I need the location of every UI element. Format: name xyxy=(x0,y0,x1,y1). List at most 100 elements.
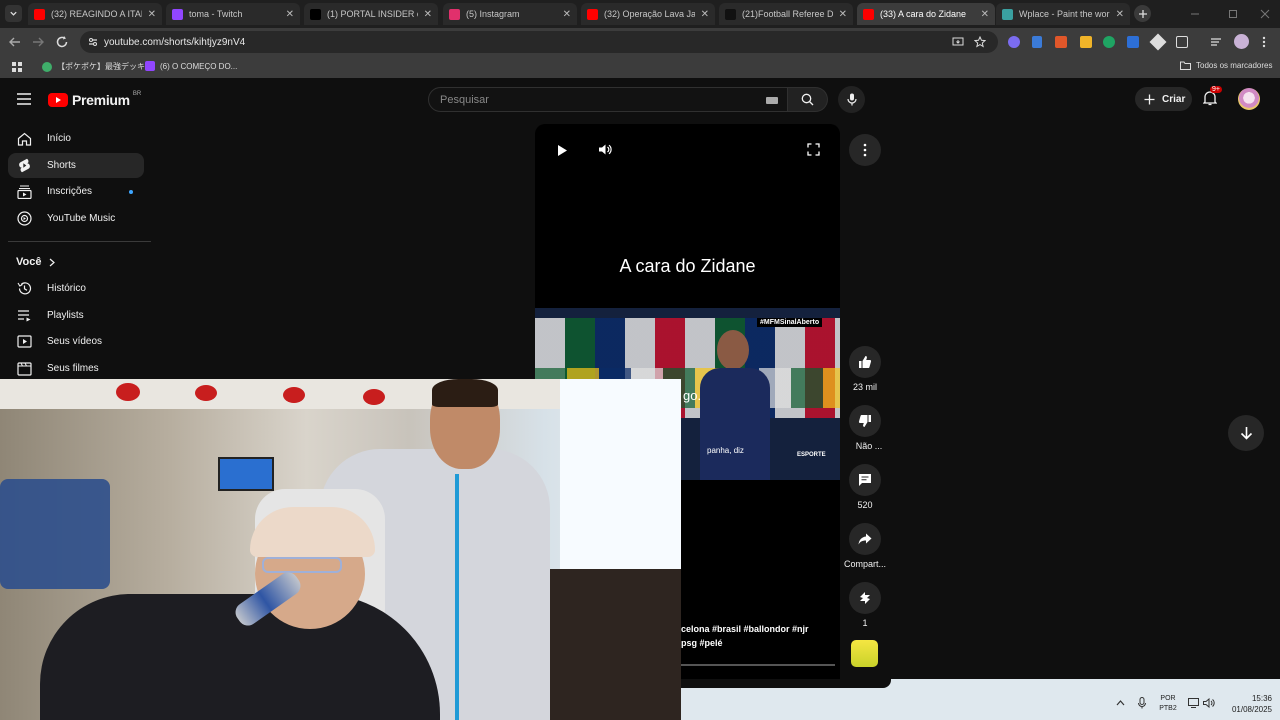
sidebar-item-youtube-music[interactable]: YouTube Music xyxy=(8,206,144,231)
progress-bar[interactable] xyxy=(681,664,835,666)
tray-network-icon[interactable] xyxy=(1188,698,1199,708)
keyboard-language[interactable]: POR PTB2 xyxy=(1157,694,1179,714)
remix-button[interactable] xyxy=(849,582,881,614)
share-button[interactable] xyxy=(849,523,881,555)
you-section-title: Você xyxy=(16,256,42,268)
tab-close-icon[interactable]: ✕ xyxy=(1116,9,1124,20)
tab-close-icon[interactable]: ✕ xyxy=(286,9,294,20)
tab-favicon-icon xyxy=(449,8,460,20)
search-input[interactable]: Pesquisar xyxy=(428,87,788,112)
tab-close-icon[interactable]: ✕ xyxy=(839,9,847,20)
play-button[interactable] xyxy=(557,144,568,157)
seated-person-cap xyxy=(250,507,375,557)
like-button[interactable] xyxy=(849,346,881,378)
tab-close-icon[interactable]: ✕ xyxy=(981,9,989,20)
next-video-button[interactable] xyxy=(1228,415,1264,451)
notifications-button[interactable]: 9+ xyxy=(1203,86,1222,108)
browser-tab-5[interactable]: (32) Operação Lava Jato ✕ xyxy=(581,3,715,25)
clock-time: 15:36 xyxy=(1251,694,1272,703)
account-avatar[interactable] xyxy=(1238,88,1260,110)
fullscreen-button[interactable] xyxy=(807,143,820,156)
sidebar-item-subscriptions[interactable]: Inscrições xyxy=(8,179,144,204)
sidebar-you-section[interactable]: Você xyxy=(16,256,56,268)
all-bookmarks-button[interactable]: Todos os marcadores xyxy=(1180,61,1272,70)
browser-tab-4[interactable]: (5) Instagram ✕ xyxy=(443,3,577,25)
sidebar-item-playlists[interactable]: Playlists xyxy=(8,303,144,328)
arrow-right-icon xyxy=(33,37,44,47)
create-button[interactable]: Criar xyxy=(1135,87,1192,111)
tab-title: (32) REAGINDO A ITALO xyxy=(51,9,142,19)
tab-close-icon[interactable]: ✕ xyxy=(424,9,432,20)
browser-tab-1[interactable]: (32) REAGINDO A ITALO ✕ xyxy=(28,3,162,25)
forward-button[interactable] xyxy=(31,35,45,49)
profile-avatar[interactable] xyxy=(1234,34,1249,49)
tab-favicon-icon xyxy=(863,8,874,20)
sidebar-item-shorts[interactable]: Shorts xyxy=(8,153,144,178)
bookmark-item-2[interactable]: (6) O COMEÇO DO... xyxy=(145,61,237,71)
browser-menu-icon[interactable] xyxy=(1262,36,1266,48)
sound-thumbnail[interactable] xyxy=(851,640,878,667)
sidebar-item-home[interactable]: Início xyxy=(8,126,144,151)
volume-button[interactable] xyxy=(598,143,612,156)
comments-button[interactable] xyxy=(849,464,881,496)
home-icon xyxy=(16,131,32,147)
red-lantern-2 xyxy=(195,385,217,401)
chevron-down-icon xyxy=(10,11,17,16)
sidebar-item-your-videos[interactable]: Seus vídeos xyxy=(8,329,144,354)
browser-tab-6[interactable]: (21)Football Referee Dec ✕ xyxy=(719,3,853,25)
tab-close-icon[interactable]: ✕ xyxy=(563,9,571,20)
taskbar-clock[interactable]: 15:36 01/08/2025 xyxy=(1222,693,1272,715)
arrow-down-icon xyxy=(1240,427,1252,440)
window-minimize-button[interactable] xyxy=(1188,7,1202,21)
youtube-logo[interactable]: Premium BR xyxy=(48,91,141,108)
browser-tab-7[interactable]: (33) A cara do Zidane ✕ xyxy=(857,3,995,25)
site-info-icon[interactable] xyxy=(87,36,99,48)
tray-volume-icon[interactable] xyxy=(1203,698,1215,708)
search-icon xyxy=(801,93,814,106)
thumbs-up-icon xyxy=(859,356,872,368)
window-maximize-button[interactable] xyxy=(1226,7,1240,21)
reading-list-icon[interactable] xyxy=(1210,36,1222,48)
notification-badge: 9+ xyxy=(1210,86,1222,93)
extension-icon-6[interactable] xyxy=(1127,36,1139,48)
tab-title: toma - Twitch xyxy=(189,9,243,19)
reload-button[interactable] xyxy=(55,35,69,49)
extension-icon-5[interactable] xyxy=(1103,36,1115,48)
extension-icon-3[interactable] xyxy=(1055,36,1067,48)
browser-tab-8[interactable]: Wplace - Paint the world ✕ xyxy=(996,3,1130,25)
back-button[interactable] xyxy=(8,35,22,49)
dislike-button[interactable] xyxy=(849,405,881,437)
more-options-button[interactable] xyxy=(849,134,881,166)
sidebar-item-history[interactable]: Histórico xyxy=(8,276,144,301)
hashtags-line-1[interactable]: celona #brasil #ballondor #njr xyxy=(681,624,809,634)
voice-search-button[interactable] xyxy=(838,86,865,113)
extension-icon-1[interactable] xyxy=(1008,36,1020,48)
tab-favicon-icon xyxy=(172,8,183,20)
tab-search-button[interactable] xyxy=(5,5,22,22)
browser-tab-3[interactable]: (1) PORTAL INSIDER on X ✕ xyxy=(304,3,438,25)
tab-close-icon[interactable]: ✕ xyxy=(148,9,156,20)
glasses xyxy=(262,557,342,573)
arrow-left-icon xyxy=(9,37,20,47)
tray-overflow-icon[interactable] xyxy=(1116,699,1125,706)
search-button[interactable] xyxy=(788,87,828,112)
hamburger-menu-button[interactable] xyxy=(17,93,31,105)
install-app-icon[interactable] xyxy=(952,36,964,48)
extensions-puzzle-icon[interactable] xyxy=(1176,36,1188,48)
tab-close-icon[interactable]: ✕ xyxy=(701,9,709,20)
keyboard-icon[interactable] xyxy=(766,97,778,104)
extension-icon-2[interactable] xyxy=(1032,36,1042,48)
extension-icon-7[interactable] xyxy=(1149,33,1167,51)
address-bar[interactable]: youtube.com/shorts/kihtjyz9nV4 xyxy=(80,31,998,53)
sidebar-item-your-movies[interactable]: Seus filmes xyxy=(8,356,144,381)
extension-icon-4[interactable] xyxy=(1080,36,1092,48)
hashtags-line-2[interactable]: psg #pelé xyxy=(681,638,723,648)
new-tab-button[interactable] xyxy=(1134,5,1151,22)
bookmark-item-1[interactable]: 【ポケポケ】最強デッキ... xyxy=(42,61,152,72)
browser-tab-2[interactable]: toma - Twitch ✕ xyxy=(166,3,300,25)
window-close-button[interactable] xyxy=(1258,7,1272,21)
apps-grid-icon[interactable] xyxy=(12,62,22,72)
tray-microphone-icon[interactable] xyxy=(1138,697,1146,709)
bookmark-star-icon[interactable] xyxy=(974,36,986,48)
thumbs-down-icon xyxy=(858,415,871,427)
